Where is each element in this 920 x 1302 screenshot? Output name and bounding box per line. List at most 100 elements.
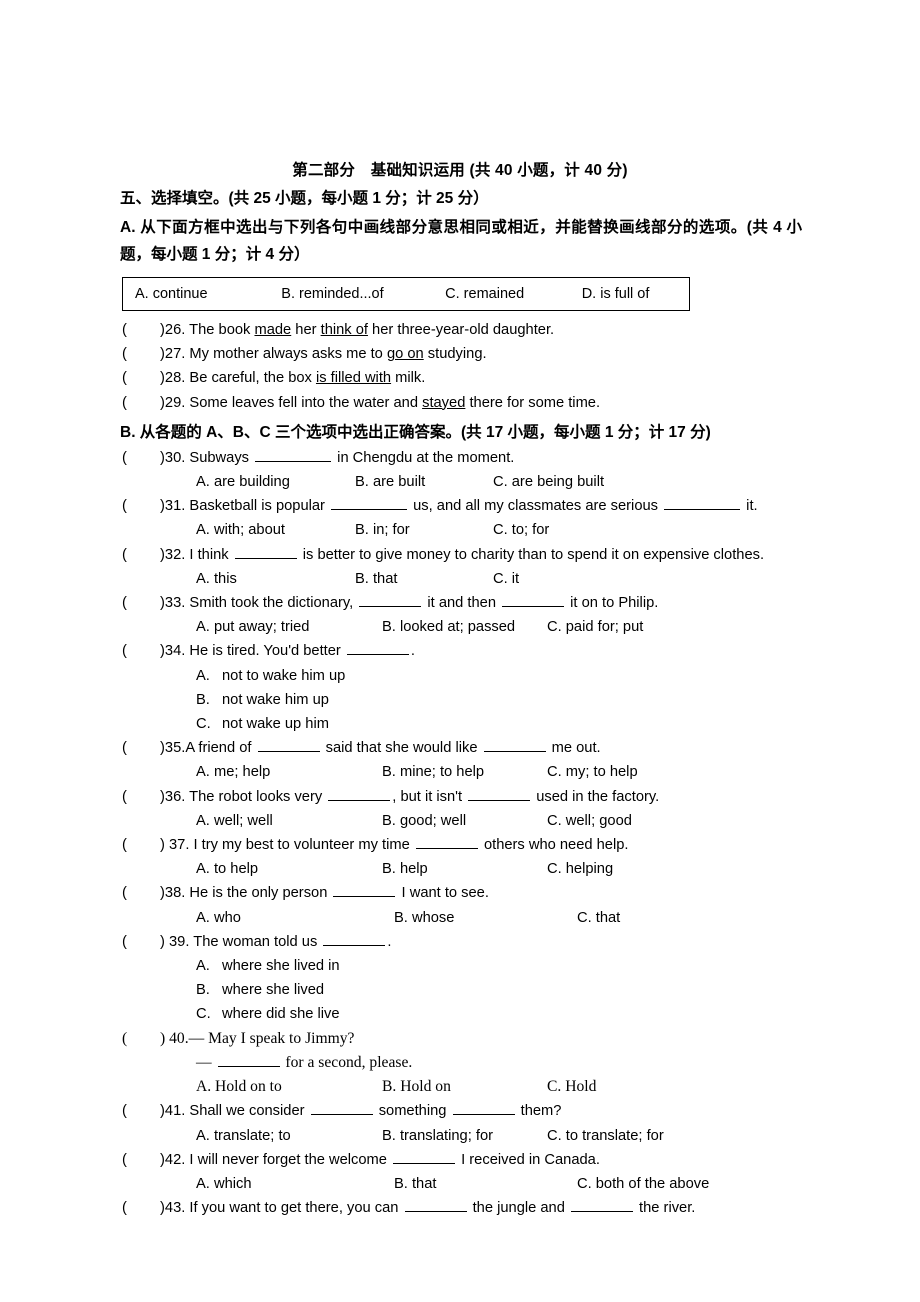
option-c[interactable]: C. to translate; for (547, 1124, 664, 1148)
answer-blank (502, 593, 565, 608)
option-b[interactable]: B. that (355, 567, 493, 591)
question-text-part-1: A friend of (185, 740, 256, 757)
option-row-41: A. translate; to B. translating; for C. to… (0, 1124, 920, 1148)
option-a[interactable]: A. who (196, 906, 394, 930)
option-b[interactable]: B. that (394, 1172, 577, 1196)
answer-bracket-open[interactable]: ( (122, 342, 160, 366)
option-a[interactable]: A. well; well (196, 809, 382, 833)
option-c[interactable]: C. helping (547, 857, 613, 881)
option-b[interactable]: B. looked at; passed (382, 615, 547, 639)
answer-blank (483, 738, 546, 753)
word-bank-container: A. continue B. reminded...of C. remained… (0, 268, 920, 311)
option-stack-39-b[interactable]: B. where she lived (0, 978, 920, 1002)
question-number: 39. (164, 933, 190, 950)
option-c[interactable]: C. Hold (547, 1075, 596, 1099)
answer-bracket-open[interactable]: ( (122, 591, 160, 615)
option-stack-34-b[interactable]: B. not wake him up (0, 688, 920, 712)
answer-bracket-open[interactable]: ( (122, 639, 160, 663)
option-b[interactable]: B. good; well (382, 809, 547, 833)
answer-bracket-open[interactable]: ( (122, 494, 160, 518)
option-b[interactable]: B. Hold on (382, 1075, 547, 1099)
question-text-part-2: it and then (423, 595, 501, 612)
question-row-33: ()33. Smith took the dictionary, it and … (0, 591, 920, 615)
option-a[interactable]: A. to help (196, 857, 382, 881)
question-number: 28. (164, 370, 186, 387)
option-stack-34-c[interactable]: C. not wake up him (0, 712, 920, 736)
option-row-31: A. with; about B. in; for C. to; for (0, 518, 920, 542)
option-b[interactable]: B. mine; to help (382, 760, 547, 784)
option-c[interactable]: C. to; for (493, 518, 549, 542)
question-row-29: ()29. Some leaves fell into the water an… (0, 391, 920, 415)
answer-blank (255, 448, 332, 462)
word-bank-option-d: D. is full of (581, 286, 650, 302)
option-a[interactable]: A. are building (196, 470, 355, 494)
option-label-b: B. (196, 691, 210, 708)
page-title: 第二部分 基础知识运用 (共 40 小题，计 40 分) (292, 162, 628, 179)
question-text-part-1: He is the only person (185, 885, 332, 902)
option-c[interactable]: C. it (493, 567, 519, 591)
answer-bracket-open[interactable]: ( (122, 1196, 160, 1220)
answer-bracket-open[interactable]: ( (122, 930, 160, 954)
question-text-part-1: Subways (185, 449, 254, 466)
option-c[interactable]: C. well; good (547, 809, 632, 833)
answer-bracket-open[interactable]: ( (122, 785, 160, 809)
option-a[interactable]: A. put away; tried (196, 615, 382, 639)
option-a[interactable]: A. me; help (196, 760, 382, 784)
question-text-part-2: . (387, 933, 392, 950)
answer-bracket-open[interactable]: ( (122, 543, 160, 567)
option-c[interactable]: C. my; to help (547, 760, 638, 784)
option-b[interactable]: B. translating; for (382, 1124, 547, 1148)
option-a[interactable]: A. this (196, 567, 355, 591)
option-row-33: A. put away; tried B. looked at; passed C.… (0, 615, 920, 639)
answer-bracket-open[interactable]: ( (122, 1148, 160, 1172)
answer-bracket-open[interactable]: ( (122, 391, 160, 415)
question-text-part-2: is better to give money to charity than … (298, 546, 765, 563)
answer-bracket-open[interactable]: ( (122, 1027, 160, 1051)
option-b[interactable]: B. in; for (355, 518, 493, 542)
option-row-37: A. to help B. help C. helping (0, 857, 920, 881)
option-b[interactable]: B. help (382, 857, 547, 881)
answer-bracket-open[interactable]: ( (122, 881, 160, 905)
option-c[interactable]: C. are being built (493, 470, 604, 494)
question-row-38: ()38. He is the only person I want to se… (0, 881, 920, 905)
option-c: where did she live (222, 1006, 340, 1023)
answer-bracket-open[interactable]: ( (122, 1099, 160, 1123)
answer-bracket-open[interactable]: ( (122, 446, 160, 470)
answer-bracket-open[interactable]: ( (122, 318, 160, 342)
option-row-42: A. which B. that C. both of the above (0, 1172, 920, 1196)
answer-bracket-open[interactable]: ( (122, 366, 160, 390)
option-stack-39-a[interactable]: A. where she lived in (0, 954, 920, 978)
answer-blank (359, 593, 422, 608)
question-text-part-3: them? (516, 1103, 562, 1120)
question-number: 40. (165, 1029, 189, 1047)
question-number: 42. (164, 1151, 186, 1168)
question-number: 37. (164, 837, 190, 854)
option-c[interactable]: C. both of the above (577, 1172, 709, 1196)
option-c[interactable]: C. paid for; put (547, 615, 643, 639)
option-b[interactable]: B. are built (355, 470, 493, 494)
option-a[interactable]: A. translate; to (196, 1124, 382, 1148)
answer-bracket-open[interactable]: ( (122, 833, 160, 857)
question-text-part-2: said that she would like (321, 740, 482, 757)
question-text-part-1: If you want to get there, you can (185, 1200, 403, 1217)
option-c[interactable]: C. that (577, 906, 620, 930)
option-stack-39-c[interactable]: C. where did she live (0, 1002, 920, 1026)
option-stack-34-a[interactable]: A. not to wake him up (0, 664, 920, 688)
option-a[interactable]: A. which (196, 1172, 394, 1196)
question-text-part-2: others who need help. (479, 837, 629, 854)
answer-bracket-open[interactable]: ( (122, 736, 160, 760)
option-b[interactable]: B. whose (394, 906, 577, 930)
question-text-part-2: something (374, 1103, 451, 1120)
option-a[interactable]: A. with; about (196, 518, 355, 542)
answer-blank (468, 787, 531, 801)
word-bank-option-b: B. reminded...of (281, 286, 384, 302)
word-bank-box: A. continue B. reminded...of C. remained… (122, 277, 690, 311)
answer-blank (331, 496, 408, 511)
question-text-part-2: in Chengdu at the moment. (333, 449, 515, 466)
answer-blank (452, 1101, 515, 1116)
question-row-37: () 37. I try my best to volunteer my tim… (0, 833, 920, 857)
question-number: 41. (164, 1103, 186, 1120)
question-number: 34. (164, 643, 186, 660)
option-a[interactable]: A. Hold on to (196, 1075, 382, 1099)
option-label-c: C. (196, 1006, 211, 1023)
